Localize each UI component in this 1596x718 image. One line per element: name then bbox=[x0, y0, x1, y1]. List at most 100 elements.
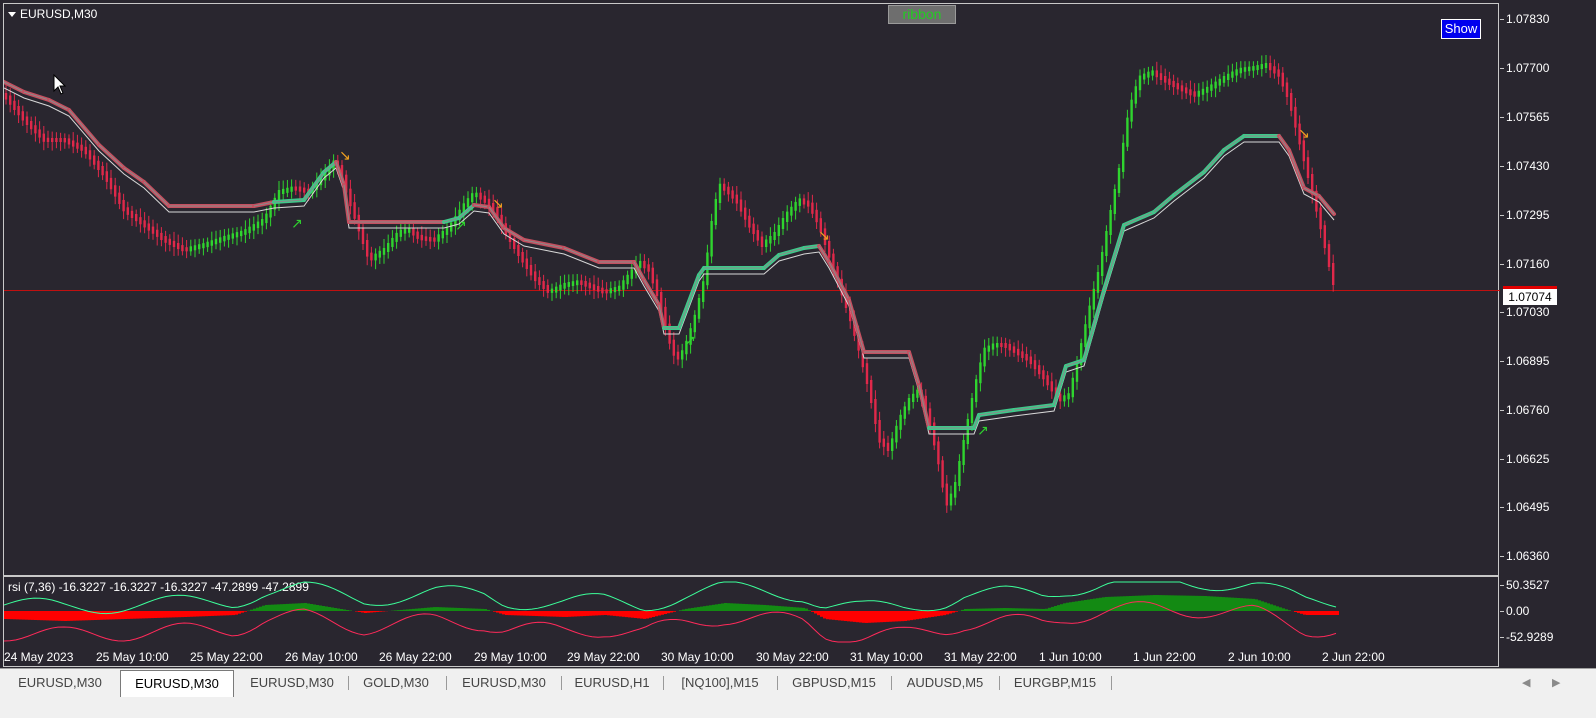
rsi-bar bbox=[1009, 608, 1012, 611]
candle-body bbox=[1239, 67, 1242, 74]
ribbon-core bbox=[48, 99, 70, 111]
tab-chart[interactable]: EURUSD,M30 bbox=[448, 672, 560, 694]
rsi-bar bbox=[802, 607, 805, 611]
candle-body bbox=[962, 440, 965, 465]
rsi-bar bbox=[322, 606, 325, 611]
tab-chart[interactable]: AUDUSD,M5 bbox=[893, 672, 997, 694]
candle-body bbox=[1218, 78, 1221, 86]
rsi-bar bbox=[655, 611, 658, 617]
rsi-bar bbox=[850, 611, 853, 622]
rsi-bar bbox=[1081, 600, 1084, 611]
candle-body bbox=[93, 155, 96, 165]
price-tick-mark bbox=[1500, 507, 1504, 508]
signal-arrows: ↘ ↘ ↘ ↘ ↗ ↗ ↗ ↗ bbox=[291, 126, 1310, 439]
ribbon-core bbox=[1173, 171, 1205, 196]
candle-body bbox=[361, 227, 365, 244]
rsi-bar bbox=[550, 611, 553, 617]
candle-body bbox=[1122, 142, 1125, 172]
rsi-bar bbox=[1102, 597, 1105, 611]
candle-body bbox=[433, 237, 436, 242]
rsi-bar bbox=[67, 611, 70, 621]
candle-body bbox=[202, 243, 205, 249]
rsi-bar bbox=[106, 611, 109, 620]
candle-body bbox=[1185, 87, 1188, 94]
rsi-bar bbox=[496, 611, 499, 613]
rsi-bar bbox=[58, 611, 61, 621]
rsi-bar bbox=[145, 611, 148, 619]
rsi-bar bbox=[277, 604, 280, 611]
price-tick: 1.07565 bbox=[1506, 110, 1550, 124]
rsi-bar bbox=[112, 611, 115, 620]
candle-body bbox=[13, 100, 16, 110]
candle-body bbox=[945, 483, 948, 506]
candle-body bbox=[261, 219, 264, 226]
candle-body bbox=[731, 190, 734, 199]
rsi-bar bbox=[43, 611, 46, 621]
candle-body bbox=[1168, 78, 1171, 85]
rsi-bar bbox=[1045, 608, 1048, 611]
rsi-bar bbox=[826, 611, 829, 620]
price-tick-mark bbox=[1500, 68, 1504, 69]
rsi-bar bbox=[748, 604, 751, 611]
rsi-bar bbox=[538, 611, 541, 617]
rsi-bar bbox=[1099, 597, 1102, 611]
candle-body bbox=[769, 236, 772, 244]
rsi-bar bbox=[979, 608, 982, 611]
tab-chart[interactable]: EURUSD,H1 bbox=[563, 672, 661, 694]
rsi-bar bbox=[325, 606, 328, 611]
candle-body bbox=[1143, 73, 1146, 80]
rsi-bar bbox=[1138, 595, 1141, 611]
tab-chart[interactable]: EURUSD,M30 bbox=[4, 672, 116, 694]
candle-body bbox=[1004, 343, 1007, 348]
candle-body bbox=[353, 202, 356, 219]
rsi-bar bbox=[415, 608, 418, 611]
rsi-bar bbox=[784, 606, 787, 611]
candle-body bbox=[1088, 305, 1091, 329]
tab-chart[interactable]: GOLD,M30 bbox=[350, 672, 442, 694]
candle-body bbox=[534, 271, 537, 282]
rsi-bar bbox=[31, 611, 34, 620]
rsi-bar bbox=[739, 603, 742, 611]
tab-chart-active[interactable]: EURUSD,M30 bbox=[120, 670, 234, 697]
tab-chart[interactable]: GBPUSD,M15 bbox=[779, 672, 889, 694]
candle-body bbox=[580, 280, 583, 285]
tab-scroll-left-icon[interactable]: ◀ bbox=[1522, 676, 1530, 689]
rsi-bar bbox=[70, 611, 73, 621]
rsi-chart[interactable] bbox=[4, 578, 1500, 646]
rsi-bar bbox=[127, 611, 130, 619]
price-chart[interactable]: ↘ ↘ ↘ ↘ ↗ ↗ ↗ ↗ bbox=[4, 0, 1500, 575]
ribbon-core bbox=[1223, 135, 1245, 151]
chart-window[interactable]: EURUSD,M30 ribbon Show ↘ ↘ ↘ ↘ ↗ ↗ ↗ ↗ 1.07830 … bbox=[0, 0, 1596, 683]
candle-body bbox=[67, 138, 71, 145]
rsi-bar bbox=[817, 611, 820, 616]
buy-arrow-icon: ↗ bbox=[455, 218, 467, 234]
ribbon-core bbox=[143, 181, 170, 207]
rsi-bar bbox=[223, 611, 226, 616]
candle-body bbox=[765, 239, 768, 247]
rsi-bar bbox=[1288, 610, 1291, 611]
tab-chart[interactable]: [NQ100],M15 bbox=[665, 672, 775, 694]
tab-chart[interactable]: EURGBP,M15 bbox=[1001, 672, 1109, 694]
rsi-tick: 0.00 bbox=[1506, 604, 1530, 618]
rsi-bar bbox=[1222, 597, 1225, 611]
tab-scroll-right-icon[interactable]: ▶ bbox=[1552, 676, 1560, 689]
tab-chart[interactable]: EURUSD,M30 bbox=[236, 672, 348, 694]
time-tick: 25 May 22:00 bbox=[190, 650, 263, 664]
candle-body bbox=[996, 343, 999, 348]
rsi-bar bbox=[199, 611, 202, 617]
rsi-bar bbox=[379, 611, 382, 612]
rsi-bar bbox=[235, 611, 238, 615]
candle-body bbox=[420, 234, 423, 241]
rsi-bar bbox=[916, 611, 919, 620]
rsi-bar bbox=[1030, 608, 1033, 611]
rsi-bar bbox=[442, 607, 445, 611]
rsi-bar bbox=[148, 611, 151, 619]
ribbon-core bbox=[458, 204, 475, 219]
rsi-bar bbox=[1003, 608, 1006, 611]
tab-divider bbox=[1111, 676, 1112, 690]
subwindow-separator[interactable] bbox=[4, 575, 1499, 577]
rsi-bar bbox=[508, 611, 511, 616]
candle-body bbox=[349, 188, 352, 207]
rsi-bar bbox=[1321, 611, 1324, 615]
rsi-bar bbox=[463, 608, 466, 611]
